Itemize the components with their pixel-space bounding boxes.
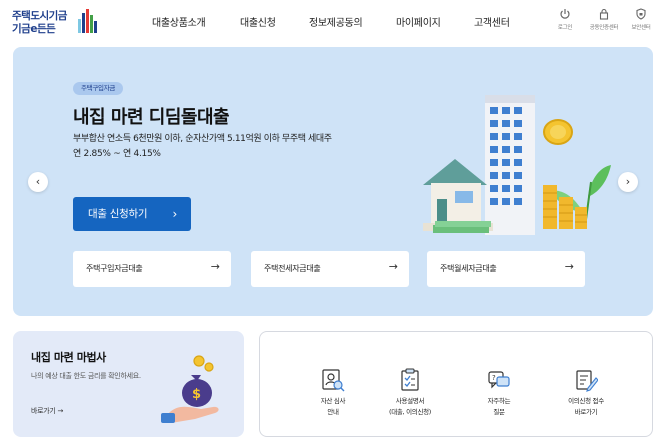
manual-icon [401, 368, 419, 391]
cert-center-button[interactable]: 공동인증센터 [584, 8, 624, 31]
quick-link-label: 주택월세자금대출 [440, 264, 497, 273]
apply-loan-button[interactable]: 대출 신청하기 › [73, 197, 191, 231]
wizard-description: 나의 예상 대출 한도 금리를 확인하세요. [31, 372, 141, 380]
service-label-line2: (대출, 이의신청) [388, 408, 432, 416]
arrow-right-icon: → [564, 260, 574, 273]
logo-line-2: 기금e든든 [12, 23, 56, 35]
shield-icon [636, 8, 646, 20]
carousel-prev-button[interactable]: ‹ [28, 172, 48, 192]
hero-description: 부부합산 연소득 6천만원 이하, 순자산가액 5.11억원 이하 무주택 세대… [73, 134, 332, 144]
security-center-button[interactable]: 보안센터 [621, 8, 661, 31]
faq-icon: ? [488, 371, 510, 389]
login-label: 로그인 [557, 25, 573, 31]
hero-rate: 연 2.85% ~ 연 4.15% [73, 149, 161, 159]
chevron-right-icon: › [172, 207, 178, 221]
chevron-right-icon: › [625, 175, 631, 188]
carousel-next-button[interactable]: › [618, 172, 638, 192]
arrow-right-icon: → [388, 260, 398, 273]
apply-loan-label: 대출 신청하기 [88, 208, 148, 220]
arrow-right-icon: → [210, 260, 220, 273]
quick-link-jeonse-loan[interactable]: 주택전세자금대출 → [251, 251, 409, 287]
objection-icon [576, 370, 598, 392]
asset-review-icon [322, 369, 345, 392]
wizard-shortcut-link[interactable]: 바로가기 → [31, 406, 63, 416]
quick-link-label: 주택전세자금대출 [264, 264, 321, 273]
hero-title: 내집 마련 디딤돌대출 [73, 107, 230, 128]
service-label-line1: 이의신청 접수 [568, 397, 604, 405]
hero-banner: 주택구입자금 내집 마련 디딤돌대출 부부합산 연소득 6천만원 이하, 순자산… [13, 47, 653, 316]
power-icon [560, 9, 570, 19]
chevron-left-icon: ‹ [35, 175, 41, 188]
service-label-line2: 바로가기 [574, 408, 598, 416]
money-bag-hand-icon: $ [161, 355, 219, 423]
category-badge: 주택구입자금 [73, 82, 124, 95]
service-label-line2: 안내 [327, 408, 339, 416]
cert-center-label: 공동인증센터 [589, 25, 619, 31]
lock-icon [599, 8, 609, 20]
objection-filing-link[interactable]: 이의신청 접수 바로가기 [546, 368, 626, 416]
service-label-line2: 질문 [493, 408, 505, 416]
home-wizard-card: 내집 마련 마법사 나의 예상 대출 한도 금리를 확인하세요. 바로가기 → … [13, 331, 244, 437]
nav-loan-products[interactable]: 대출상품소개 [152, 14, 206, 29]
site-logo[interactable]: 주택도시기금 기금e든든 [12, 8, 98, 36]
security-center-label: 보안센터 [631, 25, 651, 31]
svg-text:?: ? [492, 374, 496, 382]
quick-link-monthly-rent-loan[interactable]: 주택월세자금대출 → [427, 251, 585, 287]
quick-link-label: 주택구입자금대출 [86, 264, 143, 273]
house-building-illustration [423, 95, 611, 235]
site-header: 주택도시기금 기금e든든 대출상품소개 대출신청 정보제공동의 마이페이지 고객… [0, 0, 666, 42]
service-label-line1: 자산 심사 [320, 397, 346, 405]
service-label-line1: 자주하는 [487, 397, 511, 405]
nav-loan-apply[interactable]: 대출신청 [240, 14, 276, 29]
asset-review-guide-link[interactable]: 자산 심사 안내 [293, 368, 373, 416]
nav-mypage[interactable]: 마이페이지 [396, 14, 441, 29]
svg-text:$: $ [192, 387, 201, 402]
nav-customer-center[interactable]: 고객센터 [474, 14, 510, 29]
nav-info-consent[interactable]: 정보제공동의 [309, 14, 363, 29]
service-label-line1: 사용설명서 [395, 397, 425, 405]
user-manual-link[interactable]: 사용설명서 (대출, 이의신청) [370, 368, 450, 416]
login-button[interactable]: 로그인 [545, 8, 585, 31]
quick-link-purchase-loan[interactable]: 주택구입자금대출 → [73, 251, 231, 287]
service-shortcuts-card: 자산 심사 안내 사용설명서 (대출, 이의신청) ? 자주하는 질문 이의신청… [259, 331, 653, 437]
faq-link[interactable]: ? 자주하는 질문 [459, 368, 539, 416]
logo-bars-icon [78, 9, 97, 33]
wizard-title: 내집 마련 마법사 [31, 351, 106, 364]
